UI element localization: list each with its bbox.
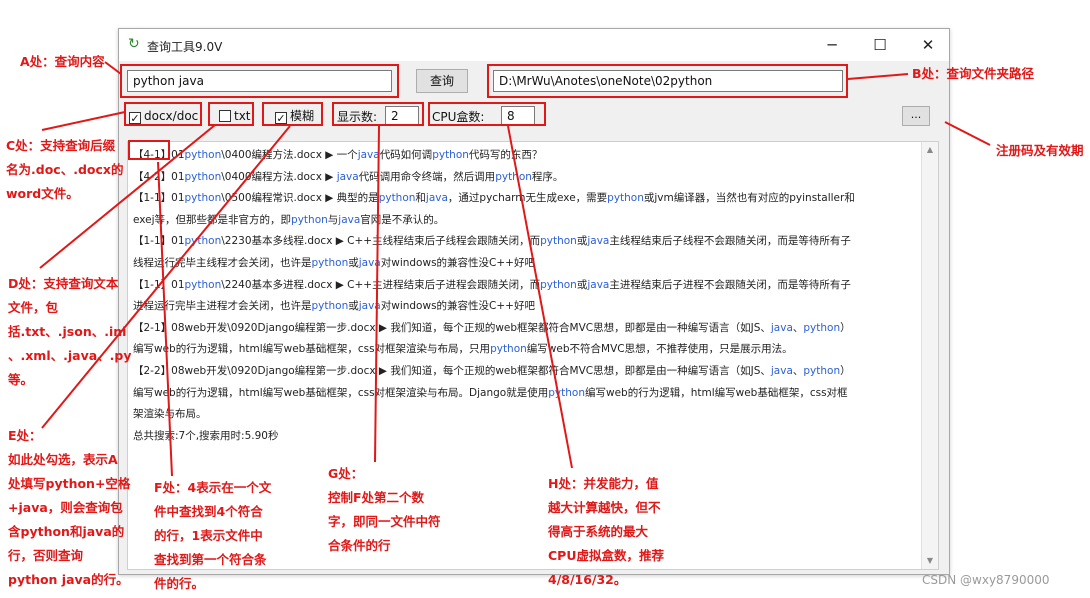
annotation-f: F处：4表示在一个文 件中查找到4个符合 的行，1表示文件中 查找到第一个符合条…	[154, 476, 271, 596]
annotation-e-line: 如此处勾选，表示A	[8, 452, 118, 467]
annotation-f-line: 件中查找到4个符合	[154, 504, 263, 519]
annotation-b: B处：查询文件夹路径	[912, 62, 1034, 86]
annotation-register-line: 注册码及有效期	[996, 143, 1084, 158]
annotation-d-line: 括.txt、.json、.ini	[8, 324, 127, 339]
annotation-register: 注册码及有效期	[996, 139, 1084, 163]
annotation-e-line: 处填写python+空格	[8, 476, 131, 491]
annotation-f-line: 查找到第一个符合条	[154, 552, 267, 567]
annotation-e-line: E处：	[8, 428, 42, 443]
annotation-h: H处：并发能力，值 越大计算越快，但不 得高于系统的最大 CPU虚拟盒数，推荐 …	[548, 472, 664, 592]
annotation-e-line: 含python和java的	[8, 524, 125, 539]
annotation-e: E处： 如此处勾选，表示A 处填写python+空格 +java，则会查询包 含…	[8, 424, 130, 592]
arrow-f	[157, 161, 173, 477]
annotation-c-line: word文件。	[6, 186, 79, 201]
watermark: CSDN @wxy8790000	[922, 573, 1050, 587]
annotation-d-line: 文件，包	[8, 300, 59, 315]
annotation-g-line: 控制F处第二个数	[328, 490, 425, 505]
arrow-a	[104, 61, 122, 75]
arrow-h	[507, 125, 573, 469]
arrow-g	[374, 125, 380, 463]
annotation-f-line: 的行，1表示文件中	[154, 528, 263, 543]
annotation-g-line: G处：	[328, 466, 364, 481]
annotation-d-line: 等。	[8, 372, 34, 387]
annotation-d: D处：支持查询文本 文件，包 括.txt、.json、.ini 、.xml、.j…	[8, 272, 132, 392]
annotation-h-line: CPU虚拟盒数，推荐	[548, 548, 664, 563]
annotation-e-line: python java的行。	[8, 572, 129, 587]
arrow-b	[847, 73, 909, 80]
annotation-h-line: 得高于系统的最大	[548, 524, 649, 539]
annotation-d-line: 、.xml、.java、.py	[8, 348, 132, 363]
annotation-b-line: B处：查询文件夹路径	[912, 66, 1035, 81]
annotation-a-line: A处：查询内容	[20, 54, 105, 69]
annotation-c-line: 名为.doc、.docx的	[6, 162, 124, 177]
annotation-f-line: 件的行。	[154, 576, 205, 591]
annotation-c: C处：支持查询后缀 名为.doc、.docx的 word文件。	[6, 134, 123, 206]
annotation-g-line: 字，即同一文件中符	[328, 514, 441, 529]
annotation-e-line: +java，则会查询包	[8, 500, 123, 515]
annotation-h-line: 4/8/16/32。	[548, 572, 627, 587]
annotation-d-line: D处：支持查询文本	[8, 276, 119, 291]
annotation-e-line: 行，否则查询	[8, 548, 84, 563]
arrow-c	[41, 111, 126, 131]
annotation-a: A处：查询内容	[20, 50, 105, 74]
annotation-c-line: C处：支持查询后缀	[6, 138, 116, 153]
annotation-h-line: H处：并发能力，值	[548, 476, 659, 491]
annotation-h-line: 越大计算越快，但不	[548, 500, 661, 515]
annotation-g-line: 合条件的行	[328, 538, 391, 553]
annotation-f-line: F处：4表示在一个文	[154, 480, 272, 495]
annotation-g: G处： 控制F处第二个数 字，即同一文件中符 合条件的行	[328, 462, 441, 558]
arrow-register	[944, 121, 991, 146]
